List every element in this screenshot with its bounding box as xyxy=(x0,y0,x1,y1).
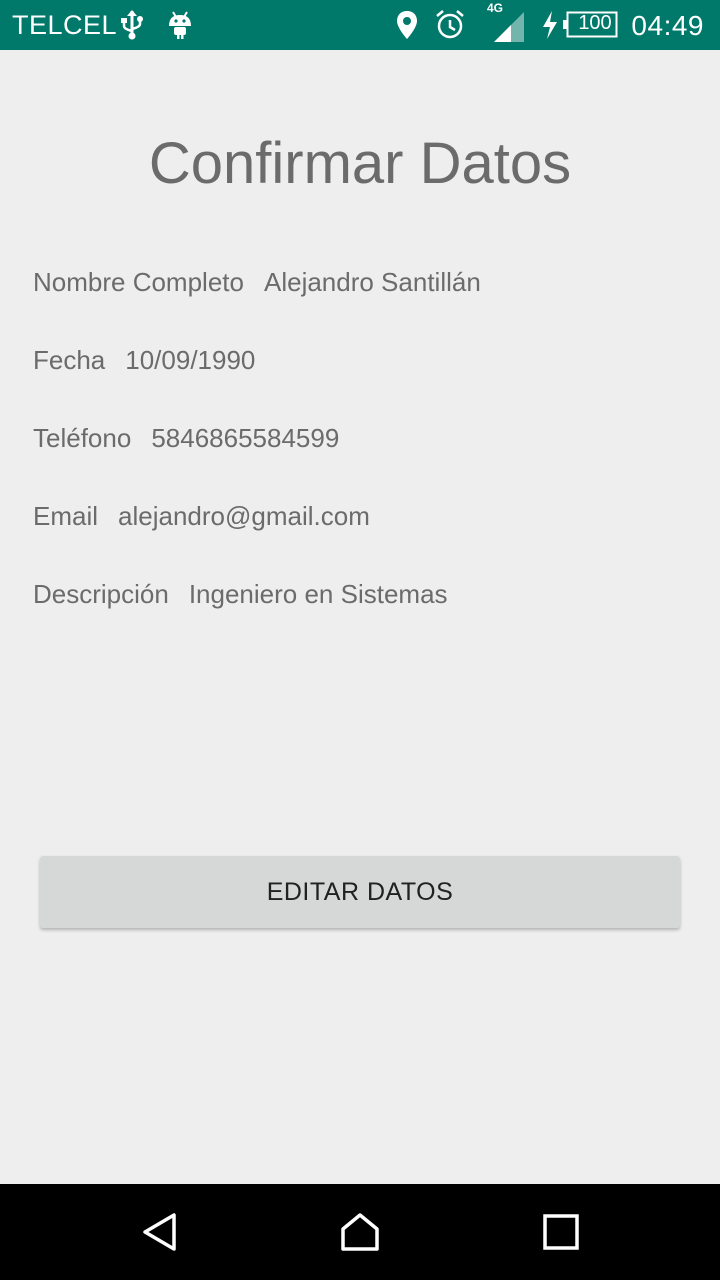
page-title: Confirmar Datos xyxy=(148,131,572,196)
navigation-bar xyxy=(0,1184,720,1280)
field-row-phone: Teléfono 5846865584599 xyxy=(33,423,339,454)
field-label: Teléfono xyxy=(33,423,132,453)
battery-level: 100 xyxy=(578,12,612,34)
field-value: alejandro@gmail.com xyxy=(118,501,370,531)
field-value: Ingeniero en Sistemas xyxy=(188,579,448,609)
android-icon xyxy=(166,9,194,46)
confirm-data-screen: Confirmar Datos Nombre Completo Alejandro… xyxy=(0,50,720,1184)
field-label: Fecha xyxy=(33,345,106,375)
field-value: 10/09/1990 xyxy=(125,345,256,375)
usb-icon xyxy=(118,9,146,46)
status-bar: TELCEL 4G 100 04:49 xyxy=(0,0,720,50)
edit-data-button[interactable]: EDITAR DATOS xyxy=(40,856,680,928)
alarm-icon xyxy=(434,9,466,46)
field-row-description: Descripción Ingeniero en Sistemas xyxy=(33,579,448,610)
charging-icon xyxy=(540,10,560,45)
signal-icon xyxy=(494,12,526,47)
back-icon[interactable] xyxy=(140,1212,180,1252)
field-label: Email xyxy=(33,501,99,531)
status-clock: 04:49 xyxy=(631,10,704,41)
field-label: Nombre Completo xyxy=(33,267,244,297)
location-icon xyxy=(395,9,419,46)
field-value: 5846865584599 xyxy=(151,423,340,453)
field-row-date: Fecha 10/09/1990 xyxy=(33,345,255,376)
field-label: Descripción xyxy=(33,579,169,609)
field-value: Alejandro Santillán xyxy=(263,267,481,297)
recents-icon[interactable] xyxy=(541,1212,581,1252)
field-row-email: Email alejandro@gmail.com xyxy=(33,501,370,532)
carrier-name: TELCEL xyxy=(12,10,118,40)
field-row-full-name: Nombre Completo Alejandro Santillán xyxy=(33,267,481,298)
home-icon[interactable] xyxy=(340,1212,380,1252)
